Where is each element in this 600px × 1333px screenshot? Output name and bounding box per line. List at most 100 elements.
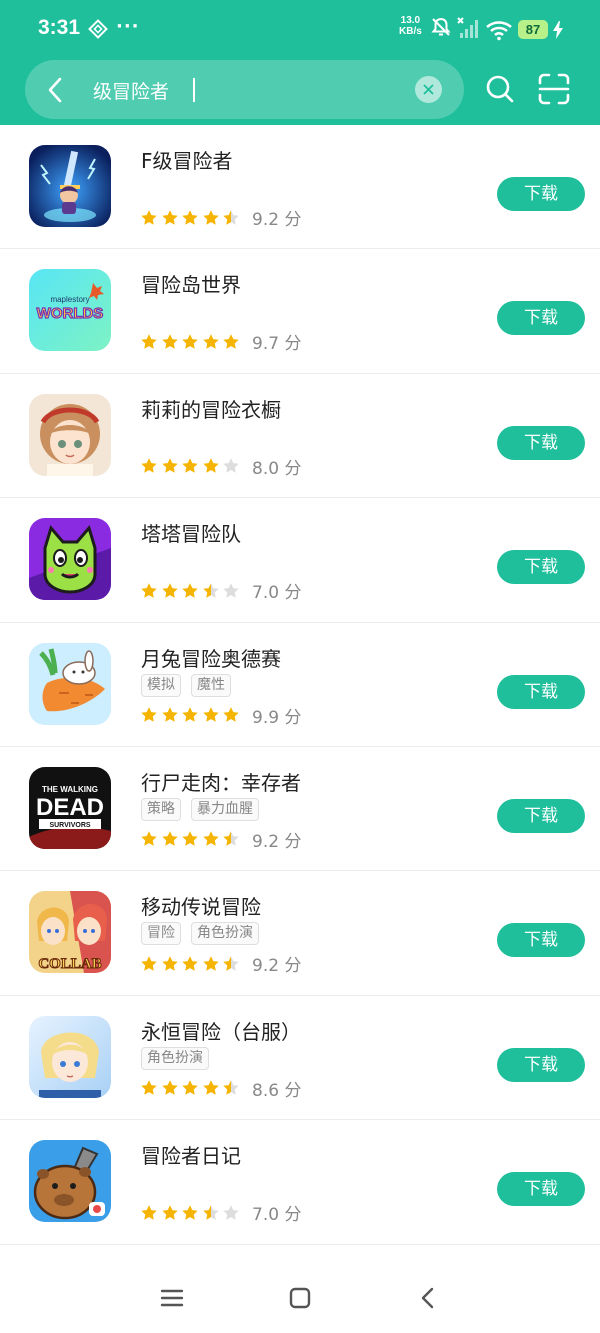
star-full-icon [182, 1204, 198, 1220]
star-half-icon [223, 956, 239, 971]
app-title: 冒险岛世界 [141, 273, 241, 298]
list-item[interactable]: 塔塔冒险队 7.0 分 下载 [0, 498, 600, 623]
walking-dead-icon: THE WALKING DEAD SURVIVORS [29, 766, 111, 849]
app-title: 塔塔冒险队 [141, 522, 241, 547]
star-full-icon [223, 707, 239, 722]
app-rating: 7.0 分 [140, 578, 301, 603]
walking-dead-text: DEAD [36, 794, 104, 821]
list-item[interactable]: 冒险者日记 7.0 分 下载 [0, 1120, 600, 1245]
tag[interactable]: 角色扮演 [191, 922, 259, 946]
star-full-icon [161, 209, 178, 225]
app-rating: 9.2 分 [140, 951, 301, 976]
star-full-icon [161, 707, 178, 722]
star-full-icon [182, 458, 198, 474]
search-input[interactable] [93, 75, 393, 105]
tag-list: 角色扮演 [141, 1046, 209, 1070]
tag[interactable]: 模拟 [141, 673, 181, 697]
search-results-list: F级冒险者 9.2 分 下载 maplestory WORLDS 冒险岛世界 9… [0, 125, 600, 1245]
list-item[interactable]: 莉莉的冒险衣橱 8.0 分 下载 [0, 374, 600, 499]
net-speed-unit: KB/s [399, 26, 422, 37]
status-bar: 3:31 ··· 13.0 KB/s 87 [0, 0, 600, 58]
star-full-icon [202, 956, 219, 971]
network-speed: 13.0 KB/s [399, 15, 422, 37]
download-button[interactable]: 下载 [497, 177, 585, 211]
more-notifications-icon: ··· [116, 16, 140, 37]
wifi-icon [486, 21, 512, 41]
blonde-hero-icon [29, 1015, 111, 1098]
download-button[interactable]: 下载 [497, 1047, 585, 1082]
menu-icon[interactable] [160, 1286, 184, 1310]
star-full-icon [161, 831, 178, 847]
girl-portrait-icon [29, 393, 111, 476]
list-item[interactable]: COLLAB 移动传说冒险 冒险 角色扮演 9.2 分 下载 [0, 871, 600, 996]
star-rating [140, 582, 240, 600]
app-score: 9.2 分 [252, 831, 302, 852]
tag[interactable]: 策略 [141, 797, 181, 821]
star-full-icon [202, 831, 219, 847]
star-full-icon [161, 334, 178, 349]
star-rating [140, 955, 240, 973]
anime-collab-icon: COLLAB [29, 891, 111, 974]
tag[interactable]: 角色扮演 [141, 1046, 209, 1070]
star-full-icon [182, 956, 198, 971]
star-rating [140, 1204, 240, 1222]
star-full-icon [182, 209, 198, 225]
download-button[interactable]: 下载 [497, 425, 585, 460]
scan-icon[interactable] [537, 72, 571, 106]
star-full-icon [202, 707, 219, 722]
download-button[interactable]: 下载 [497, 798, 585, 833]
status-time: 3:31 [38, 16, 81, 39]
cat-creature-icon [29, 518, 111, 601]
star-full-icon [202, 1080, 219, 1095]
tag[interactable]: 魔性 [191, 673, 231, 697]
app-rating: 9.2 分 [140, 205, 301, 230]
rabbit-carrot-icon [29, 642, 111, 725]
bell-muted-icon [431, 17, 451, 36]
star-rating [140, 209, 240, 227]
app-score: 7.0 分 [252, 1205, 302, 1226]
clear-search-button[interactable] [415, 76, 442, 103]
download-button[interactable]: 下载 [497, 674, 585, 709]
home-icon[interactable] [288, 1286, 312, 1310]
tag[interactable]: 暴力血腥 [191, 797, 259, 821]
app-rating: 9.2 分 [140, 827, 301, 852]
search-icon[interactable] [484, 73, 516, 105]
tag-list: 策略 暴力血腥 [141, 797, 259, 821]
text-cursor [193, 78, 195, 102]
app-score: 7.0 分 [252, 583, 302, 604]
app-title: 移动传说冒险 [141, 895, 261, 920]
tag-list: 冒险 角色扮演 [141, 922, 259, 946]
tag-list: 模拟 魔性 [141, 673, 231, 697]
star-full-icon [141, 707, 157, 722]
search-bar [25, 60, 464, 119]
download-button[interactable]: 下载 [497, 923, 585, 958]
list-item[interactable]: maplestory WORLDS 冒险岛世界 9.7 分 下载 [0, 249, 600, 374]
star-full-icon [161, 458, 178, 474]
list-item[interactable]: 月兔冒险奥德赛 模拟 魔性 9.9 分 下载 [0, 623, 600, 747]
download-button[interactable]: 下载 [497, 301, 585, 336]
back-arrow-icon[interactable] [41, 75, 71, 105]
star-rating [140, 333, 240, 351]
star-full-icon [182, 582, 198, 598]
download-button[interactable]: 下载 [497, 1172, 585, 1207]
star-full-icon [182, 831, 198, 847]
app-rating: 8.0 分 [140, 454, 301, 479]
star-full-icon [182, 707, 198, 722]
star-full-icon [141, 209, 157, 225]
app-title: F级冒险者 [141, 149, 233, 173]
list-item[interactable]: 永恒冒险（台服） 角色扮演 8.6 分 下载 [0, 996, 600, 1121]
star-full-icon [141, 458, 157, 474]
back-icon[interactable] [416, 1286, 440, 1310]
list-item[interactable]: THE WALKING DEAD SURVIVORS 行尸走肉：幸存者 策略 暴… [0, 747, 600, 872]
app-title: 行尸走肉：幸存者 [141, 770, 301, 795]
star-half-icon [202, 1204, 219, 1220]
star-rating [140, 457, 240, 475]
list-item[interactable]: F级冒险者 9.2 分 下载 [0, 125, 600, 250]
tag[interactable]: 冒险 [141, 922, 181, 946]
walking-dead-sub: THE WALKING [42, 785, 98, 794]
star-full-icon [202, 458, 219, 474]
download-button[interactable]: 下载 [497, 550, 585, 585]
star-full-icon [141, 956, 157, 971]
star-full-icon [202, 209, 219, 225]
app-notification-icon [88, 19, 108, 39]
